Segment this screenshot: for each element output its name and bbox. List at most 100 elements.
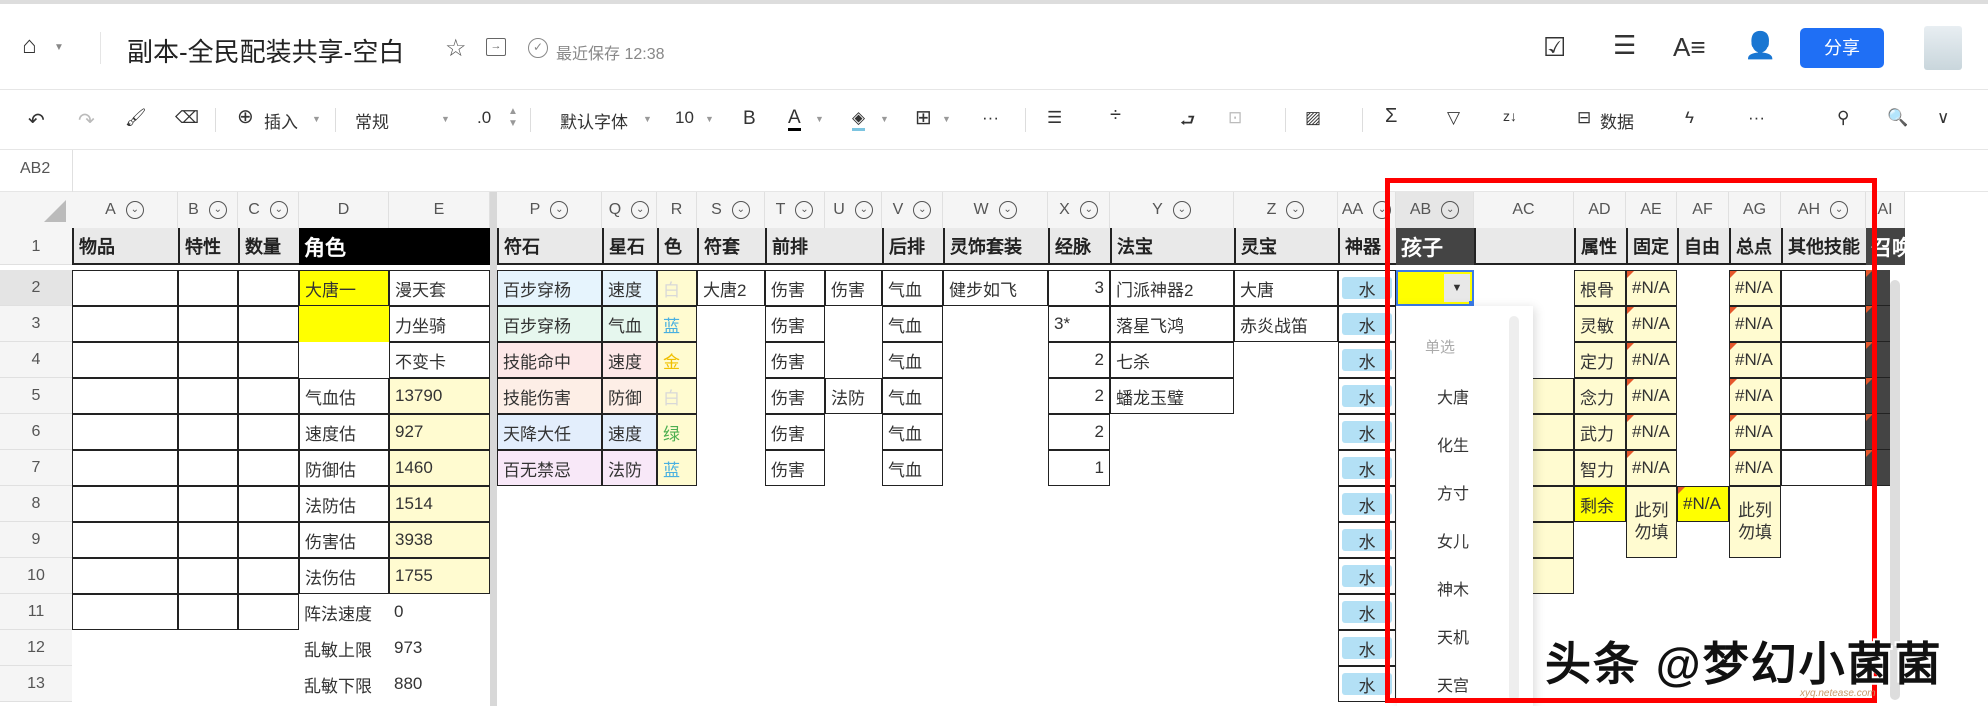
- active-cell-ab2[interactable]: ▼: [1396, 270, 1474, 306]
- cell-v5[interactable]: 气血: [882, 378, 943, 414]
- cell-y5[interactable]: 蟠龙玉璧: [1110, 378, 1234, 414]
- cell-aa13[interactable]: 水: [1338, 666, 1396, 702]
- cell-a4[interactable]: [72, 342, 178, 378]
- cell-ae2[interactable]: #N/A: [1626, 270, 1677, 306]
- home-dropdown-icon[interactable]: ▼: [54, 42, 64, 53]
- merge-cells-icon[interactable]: ⊡: [1228, 108, 1242, 128]
- column-header-ag[interactable]: AG: [1729, 192, 1781, 228]
- sum-icon[interactable]: Σ: [1385, 105, 1397, 128]
- cell-ah6[interactable]: [1781, 414, 1866, 450]
- cell-v1[interactable]: 后排: [882, 228, 943, 265]
- cell-ae7[interactable]: #N/A: [1626, 450, 1677, 486]
- select-all-corner[interactable]: [0, 192, 72, 228]
- cell-b4[interactable]: [178, 342, 238, 378]
- cell-ai7[interactable]: [1866, 450, 1890, 486]
- cell-e8[interactable]: 1514: [389, 486, 490, 522]
- filter-dropdown-icon[interactable]: ⌄: [125, 200, 144, 219]
- cell-ai1[interactable]: 召唤: [1866, 228, 1905, 265]
- cell-e9[interactable]: 3938: [389, 522, 490, 558]
- quick-action-icon[interactable]: ϟ: [1685, 108, 1694, 128]
- row-header-11[interactable]: 11: [0, 594, 72, 630]
- column-header-y[interactable]: Y ⌄: [1110, 192, 1234, 228]
- column-header-e[interactable]: E: [389, 192, 490, 228]
- filter-dropdown-icon[interactable]: ⌄: [1830, 200, 1849, 219]
- cell-aa11[interactable]: 水: [1338, 594, 1396, 630]
- cell-ac1[interactable]: [1474, 228, 1574, 265]
- cell-r1[interactable]: 色: [657, 228, 697, 265]
- cell-d10[interactable]: 法伤估: [299, 558, 389, 594]
- cell-b7[interactable]: [178, 450, 238, 486]
- cell-p5[interactable]: 技能伤害: [497, 378, 602, 414]
- filter-icon[interactable]: ▽: [1447, 108, 1460, 128]
- row-header-8[interactable]: 8: [0, 486, 72, 522]
- cell-aa6[interactable]: 水: [1338, 414, 1396, 450]
- cell-ag3[interactable]: #N/A: [1729, 306, 1781, 342]
- cell-ai5[interactable]: [1866, 378, 1890, 414]
- cell-c3[interactable]: [238, 306, 299, 342]
- cell-c4[interactable]: [238, 342, 299, 378]
- cell-ad5[interactable]: 念力: [1574, 378, 1626, 414]
- cell-reference[interactable]: AB2: [20, 160, 50, 178]
- cell-e4[interactable]: 不变卡: [389, 342, 490, 378]
- font-size-select[interactable]: 10: [675, 108, 694, 128]
- column-header-t[interactable]: T ⌄: [765, 192, 825, 228]
- cell-p3[interactable]: 百步穿杨: [497, 306, 602, 342]
- cell-b3[interactable]: [178, 306, 238, 342]
- cell-q4[interactable]: 速度: [602, 342, 657, 378]
- cell-af8[interactable]: #N/A: [1677, 486, 1729, 522]
- cell-c11[interactable]: [238, 594, 299, 630]
- insert-plus-icon[interactable]: ⊕: [237, 104, 254, 129]
- number-format-select[interactable]: 常规: [355, 108, 389, 133]
- column-header-ai[interactable]: AI: [1866, 192, 1905, 228]
- row-header-9[interactable]: 9: [0, 522, 72, 558]
- cell-y3[interactable]: 落星飞鸿: [1110, 306, 1234, 342]
- cell-d3[interactable]: [299, 306, 389, 342]
- cell-c5[interactable]: [238, 378, 299, 414]
- cell-w2[interactable]: 健步如飞: [943, 270, 1048, 306]
- chevron-down-icon[interactable]: ▼: [942, 114, 951, 124]
- cell-t5[interactable]: 伤害: [765, 378, 825, 414]
- cell-a3[interactable]: [72, 306, 178, 342]
- menu-icon[interactable]: ☰: [1613, 30, 1636, 61]
- cell-y1[interactable]: 法宝: [1110, 228, 1234, 265]
- cell-aa5[interactable]: 水: [1338, 378, 1396, 414]
- cell-b6[interactable]: [178, 414, 238, 450]
- cell-ai4[interactable]: [1866, 342, 1890, 378]
- cell-s1[interactable]: 符套: [697, 228, 765, 265]
- cell-ad4[interactable]: 定力: [1574, 342, 1626, 378]
- cell-ag2[interactable]: #N/A: [1729, 270, 1781, 306]
- cell-a7[interactable]: [72, 450, 178, 486]
- cell-x3[interactable]: 3*: [1048, 306, 1110, 342]
- column-header-z[interactable]: Z ⌄: [1234, 192, 1338, 228]
- column-header-q[interactable]: Q ⌄: [602, 192, 657, 228]
- cell-p1[interactable]: 符石: [497, 228, 602, 265]
- cell-c6[interactable]: [238, 414, 299, 450]
- cell-q3[interactable]: 气血: [602, 306, 657, 342]
- cell-d1[interactable]: 角色: [299, 228, 490, 265]
- cell-d11[interactable]: 阵法速度: [299, 594, 389, 630]
- cell-aa12[interactable]: 水: [1338, 630, 1396, 666]
- filter-dropdown-icon[interactable]: ⌄: [1373, 200, 1392, 219]
- cell-r6[interactable]: 绿: [657, 414, 697, 450]
- row-header-12[interactable]: 12: [0, 630, 72, 666]
- cell-ad7[interactable]: 智力: [1574, 450, 1626, 486]
- dropdown-option[interactable]: 天宫: [1437, 672, 1469, 696]
- text-format-icon[interactable]: A≡: [1673, 32, 1706, 63]
- cell-ae1[interactable]: 固定: [1626, 228, 1677, 265]
- cell-d9[interactable]: 伤害估: [299, 522, 389, 558]
- cell-b9[interactable]: [178, 522, 238, 558]
- cell-z2[interactable]: 大唐: [1234, 270, 1338, 306]
- cell-ai2[interactable]: [1866, 270, 1890, 306]
- cell-q5[interactable]: 防御: [602, 378, 657, 414]
- filter-dropdown-icon[interactable]: ⌄: [731, 200, 750, 219]
- cell-ab1[interactable]: 孩子: [1396, 228, 1474, 265]
- move-folder-icon[interactable]: →: [486, 38, 506, 56]
- column-header-af[interactable]: AF: [1677, 192, 1729, 228]
- row-header-10[interactable]: 10: [0, 558, 72, 594]
- chevron-down-icon[interactable]: ▼: [815, 114, 824, 124]
- cell-r7[interactable]: 蓝: [657, 450, 697, 486]
- cell-ad8[interactable]: 剩余: [1574, 486, 1626, 522]
- dropdown-scrollbar[interactable]: [1509, 316, 1519, 701]
- cell-c7[interactable]: [238, 450, 299, 486]
- cell-x1[interactable]: 经脉: [1048, 228, 1110, 265]
